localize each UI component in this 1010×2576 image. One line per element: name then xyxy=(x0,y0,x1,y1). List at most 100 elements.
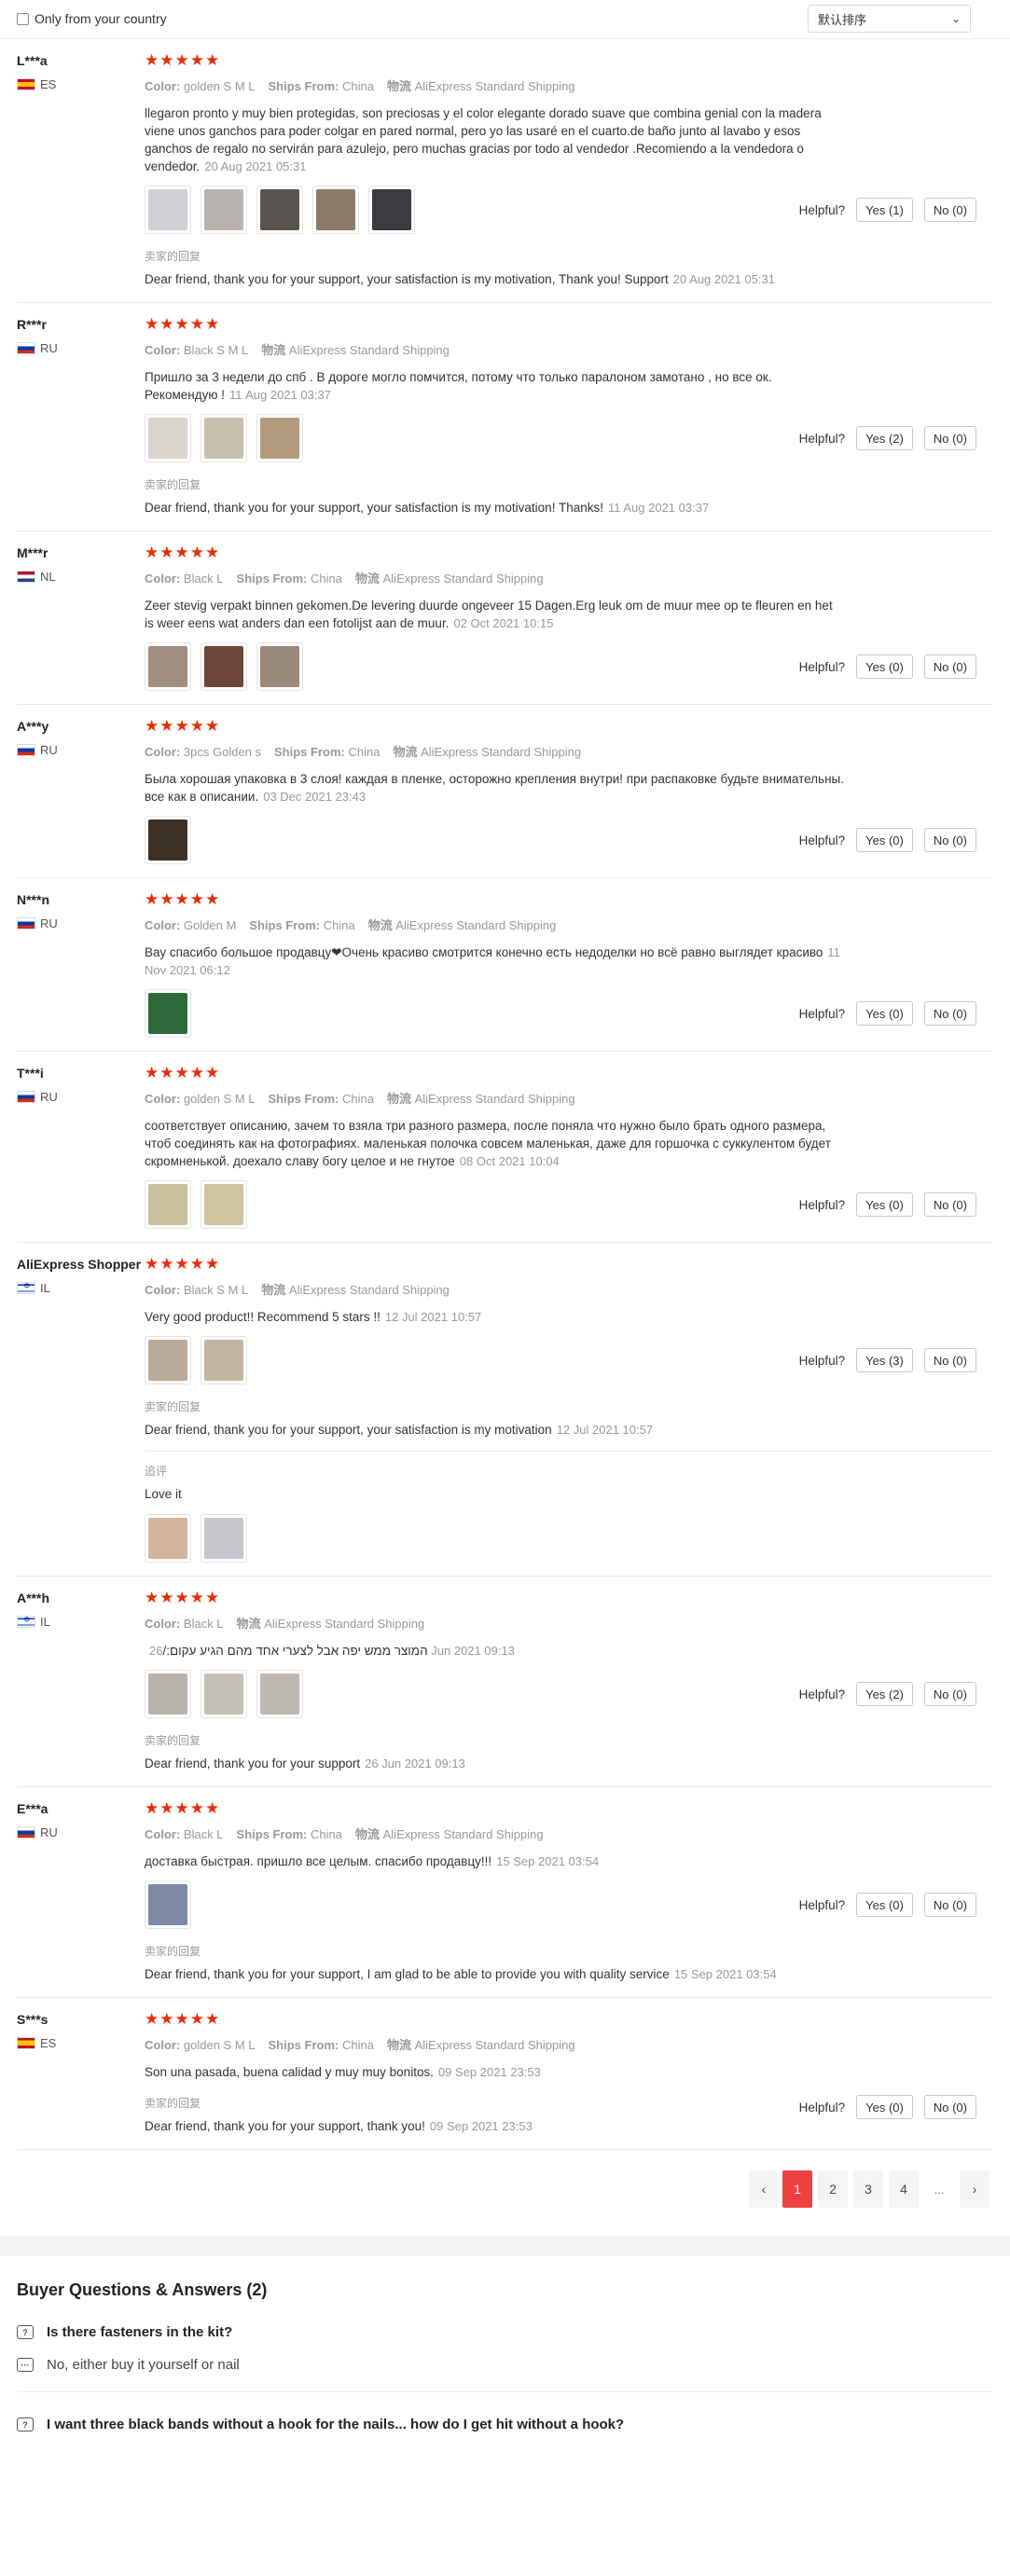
reviewer-country: ES xyxy=(17,77,145,91)
flag-icon xyxy=(17,78,35,90)
review-text: המוצר ממש יפה אבל לצערי אחד מהם הגיע עקו… xyxy=(145,1642,844,1660)
review-images xyxy=(145,642,844,691)
helpful-yes-button[interactable]: Yes (1) xyxy=(856,198,913,222)
flag-icon xyxy=(17,917,35,930)
helpful-no-button[interactable]: No (0) xyxy=(923,1893,976,1917)
review-image[interactable] xyxy=(201,1670,247,1718)
color-value: Black L xyxy=(183,572,224,585)
review-image[interactable] xyxy=(201,1514,247,1563)
color-value: Black S M L xyxy=(183,1283,249,1297)
helpful-no-button[interactable]: No (0) xyxy=(923,2095,976,2119)
seller-reply-label: 卖家的回复 xyxy=(145,2097,201,2110)
helpful-vote: Helpful? Yes (0) No (0) xyxy=(799,2095,976,2119)
additional-review-text: Love it xyxy=(145,1487,182,1501)
review-item: E***a RU ★★★★★ Color: Black L Ships From: Ch… xyxy=(17,1787,993,1998)
helpful-yes-button[interactable]: Yes (0) xyxy=(856,1893,913,1917)
reviewer-name: S***s xyxy=(17,2012,48,2027)
helpful-no-button[interactable]: No (0) xyxy=(923,426,976,450)
review-image[interactable] xyxy=(312,186,359,234)
page-button-3[interactable]: 3 xyxy=(853,2170,883,2208)
seller-reply: Dear friend, thank you for your support,… xyxy=(145,1965,844,1984)
review-image[interactable] xyxy=(145,642,191,691)
helpful-label: Helpful? xyxy=(798,1897,846,1912)
seller-reply-date: 26 Jun 2021 09:13 xyxy=(365,1756,465,1770)
star-rating: ★★★★★ xyxy=(145,1064,221,1081)
helpful-no-button[interactable]: No (0) xyxy=(923,198,976,222)
review-image[interactable] xyxy=(201,186,247,234)
seller-reply-label: 卖家的回复 xyxy=(145,1945,201,1958)
review-images xyxy=(145,186,844,234)
helpful-yes-button[interactable]: Yes (0) xyxy=(856,654,913,679)
page-button-4[interactable]: 4 xyxy=(889,2170,919,2208)
review-item: A***y RU ★★★★★ Color: 3pcs Golden s Ships Fr… xyxy=(17,705,993,878)
review-date: 12 Jul 2021 10:57 xyxy=(384,1310,482,1324)
shipping-value: AliExpress Standard Shipping xyxy=(414,1092,575,1106)
seller-reply: Dear friend, thank you for your support,… xyxy=(145,499,844,517)
shipping-value: AliExpress Standard Shipping xyxy=(264,1617,425,1631)
review-image[interactable] xyxy=(201,642,247,691)
answer-icon: ··· xyxy=(17,2358,34,2372)
review-text: Zeer stevig verpakt binnen gekomen.De le… xyxy=(145,597,844,632)
questions-section: Buyer Questions & Answers (2) ? Is there … xyxy=(0,2280,1010,2432)
helpful-no-button[interactable]: No (0) xyxy=(923,1348,976,1372)
sort-dropdown[interactable]: 默认排序 ⌄ xyxy=(808,5,971,33)
country-code: RU xyxy=(40,916,58,930)
review-image[interactable] xyxy=(256,1670,303,1718)
review-image[interactable] xyxy=(256,414,303,462)
country-filter[interactable]: Only from your country xyxy=(17,11,167,26)
review-image[interactable] xyxy=(201,1336,247,1384)
review-image[interactable] xyxy=(145,989,191,1038)
helpful-yes-button[interactable]: Yes (0) xyxy=(856,1001,913,1026)
review-image[interactable] xyxy=(145,414,191,462)
review-item: AliExpress Shopper IL ★★★★★ Color: Black S … xyxy=(17,1243,993,1577)
reviewer-info: N***n RU xyxy=(17,878,145,1051)
review-image[interactable] xyxy=(145,186,191,234)
helpful-yes-button[interactable]: Yes (2) xyxy=(856,426,913,450)
helpful-yes-button[interactable]: Yes (2) xyxy=(856,1682,913,1706)
qa-item: ? I want three black bands without a hook… xyxy=(17,2417,993,2432)
review-image[interactable] xyxy=(145,816,191,864)
color-key: Color: xyxy=(145,79,181,93)
review-list: L***a ES ★★★★★ Color: golden S M L Ships Fro… xyxy=(0,39,1010,2150)
seller-reply: Dear friend, thank you for your support,… xyxy=(145,1421,844,1440)
helpful-no-button[interactable]: No (0) xyxy=(923,1682,976,1706)
pagination-prev-button[interactable]: ‹ xyxy=(749,2170,779,2208)
review-meta: Color: Golden M Ships From: China 物流 AliEx… xyxy=(145,916,844,933)
reviewer-name: AliExpress Shopper xyxy=(17,1257,142,1272)
helpful-no-button[interactable]: No (0) xyxy=(923,828,976,852)
helpful-yes-button[interactable]: Yes (3) xyxy=(856,1348,913,1372)
helpful-no-button[interactable]: No (0) xyxy=(923,1001,976,1026)
review-image[interactable] xyxy=(201,1180,247,1229)
helpful-yes-button[interactable]: Yes (0) xyxy=(856,2095,913,2119)
color-key: Color: xyxy=(145,1092,181,1106)
page-button-1[interactable]: 1 xyxy=(782,2170,812,2208)
review-body: Была хорошая упаковка в 3 слоя! каждая в… xyxy=(145,772,844,804)
helpful-no-button[interactable]: No (0) xyxy=(923,654,976,679)
review-image[interactable] xyxy=(256,642,303,691)
color-key: Color: xyxy=(145,572,181,585)
review-date: 20 Aug 2021 05:31 xyxy=(204,159,307,173)
review-image[interactable] xyxy=(145,1880,191,1929)
reviewer-info: R***r RU xyxy=(17,303,145,530)
pagination-next-button[interactable]: › xyxy=(960,2170,989,2208)
country-checkbox[interactable] xyxy=(17,12,29,25)
review-image[interactable] xyxy=(145,1670,191,1718)
reviewer-country: IL xyxy=(17,1615,145,1629)
review-image[interactable] xyxy=(256,186,303,234)
page-button-2[interactable]: 2 xyxy=(818,2170,848,2208)
shipping-value: AliExpress Standard Shipping xyxy=(382,572,544,585)
review-image[interactable] xyxy=(368,186,415,234)
review-image[interactable] xyxy=(145,1514,191,1563)
question-text: I want three black bands without a hook … xyxy=(47,2417,625,2432)
reply-separator xyxy=(145,1451,993,1452)
helpful-no-button[interactable]: No (0) xyxy=(923,1192,976,1217)
review-images xyxy=(145,1880,844,1929)
review-image[interactable] xyxy=(145,1336,191,1384)
ships-from-key: Ships From: xyxy=(236,1827,308,1841)
question-text: Is there fasteners in the kit? xyxy=(47,2324,233,2340)
additional-images xyxy=(145,1514,844,1563)
helpful-yes-button[interactable]: Yes (0) xyxy=(856,1192,913,1217)
review-image[interactable] xyxy=(201,414,247,462)
helpful-yes-button[interactable]: Yes (0) xyxy=(856,828,913,852)
review-image[interactable] xyxy=(145,1180,191,1229)
